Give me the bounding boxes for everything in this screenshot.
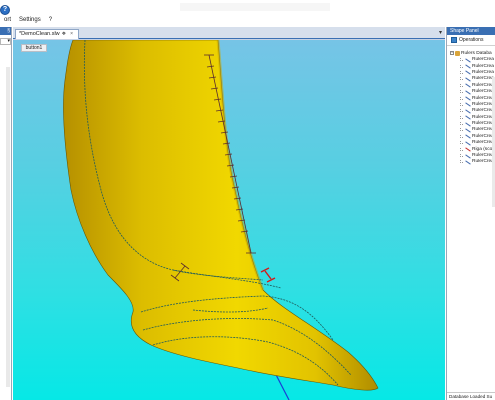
- ruler-icon: [465, 134, 470, 138]
- tree-line: [460, 77, 463, 81]
- tree-line: [460, 70, 463, 74]
- tree-line: [460, 147, 463, 151]
- left-panel-header[interactable]: §: [0, 27, 11, 35]
- tree-item-label: RulerCrea: [472, 127, 494, 133]
- tree-line: [460, 90, 463, 94]
- menu-item-help[interactable]: ?: [45, 17, 56, 23]
- app-logo-icon[interactable]: ?: [0, 5, 10, 15]
- ruler-icon: [465, 90, 470, 94]
- shoe-last-model: [63, 40, 379, 400]
- tree-item-label: RulerCrea: [472, 133, 494, 139]
- ruler-icon: [465, 128, 470, 132]
- rulers-tree: − Rulers Databa RulerCrea RulerCrea RulerC…: [447, 46, 495, 165]
- tree-line: [460, 83, 463, 87]
- button1[interactable]: button1: [21, 44, 47, 52]
- tree-root-label: Rulers Databa: [461, 50, 492, 56]
- menu-bar: ? ort Settings ?: [0, 5, 330, 26]
- ruler-icon: [465, 147, 470, 151]
- tree-item-label: RulerCrea: [472, 95, 494, 101]
- tree-item[interactable]: RulerCrea: [447, 159, 495, 165]
- shape-panel: Shape Panel Operations − Rulers Databa R…: [446, 27, 495, 400]
- tree-line: [460, 64, 463, 68]
- tree-line: [460, 154, 463, 158]
- database-icon: [455, 50, 460, 56]
- tab-demo-clean[interactable]: *DemoClean.slw ❖ ×: [15, 29, 79, 39]
- 3d-viewport[interactable]: button1: [13, 40, 445, 400]
- ruler-icon: [465, 83, 470, 87]
- tree-line: [460, 96, 463, 100]
- tree-line: [460, 160, 463, 164]
- tree-line: [460, 58, 463, 62]
- ruler-icon: [465, 154, 470, 158]
- tree-line: [460, 115, 463, 119]
- ruler-icon: [465, 77, 470, 81]
- close-icon[interactable]: ×: [70, 30, 73, 39]
- tree-line: [460, 141, 463, 145]
- database-status: Database Loaded Su: [447, 392, 495, 400]
- ruler-icon: [465, 102, 470, 106]
- tree-root[interactable]: − Rulers Databa: [447, 50, 495, 57]
- collapse-icon[interactable]: −: [450, 51, 454, 56]
- tree-item-label: RulerCrea: [472, 89, 494, 95]
- tree-item-label: RulerCrea: [472, 76, 494, 82]
- tree-line: [460, 109, 463, 113]
- tree-item-label: RulerCrea: [472, 108, 494, 114]
- tree-item-label: RulerCrea: [472, 140, 494, 146]
- ruler-icon: [465, 115, 470, 119]
- tree-line: [460, 122, 463, 126]
- tree-item-label: RulerCrea: [472, 82, 494, 88]
- tree-item-label: RulerCrea: [472, 63, 494, 69]
- menu-item-settings[interactable]: Settings: [15, 17, 45, 23]
- tree-line: [460, 134, 463, 138]
- tree-item-label: RulerCrea: [472, 121, 494, 127]
- ruler-icon: [465, 160, 470, 164]
- ruler-icon: [465, 122, 470, 126]
- tree-item-label: RulerCrea: [472, 153, 494, 159]
- tab-label: *DemoClean.slw: [19, 31, 60, 37]
- ruler-icon: [465, 141, 470, 145]
- operations-icon: [451, 37, 457, 43]
- pin-icon[interactable]: ❖: [62, 30, 66, 39]
- shape-panel-title: Shape Panel: [447, 27, 495, 35]
- ruler-icon: [465, 64, 470, 68]
- ruler-icon: [465, 58, 470, 62]
- document-tab-bar: *DemoClean.slw ❖ × ▾: [13, 27, 445, 39]
- ruler-icon: [465, 96, 470, 100]
- operations-bar[interactable]: Operations: [447, 35, 495, 46]
- chevron-down-icon[interactable]: ▾: [439, 29, 442, 36]
- tree-items: RulerCrea RulerCrea RulerCrea RulerCrea Rule…: [447, 57, 495, 166]
- title-bar: [0, 0, 495, 14]
- tree-item-label: RulerCrea: [472, 114, 494, 120]
- menu-item-export[interactable]: ort: [0, 17, 15, 23]
- operations-label: Operations: [459, 37, 484, 43]
- title-bar-blank: [180, 3, 330, 11]
- tree-item-label: RulerCrea: [472, 57, 494, 63]
- ruler-icon: [465, 109, 470, 113]
- document-area: *DemoClean.slw ❖ × ▾ button1: [13, 27, 445, 400]
- tree-item-label: RulerCrea: [472, 159, 494, 165]
- left-panel-scrollbar[interactable]: [6, 67, 10, 387]
- ruler-icon: [465, 70, 470, 74]
- tree-line: [460, 102, 463, 106]
- tree-item-label: RulerCrea: [472, 69, 494, 75]
- left-panel: § ▾: [0, 27, 12, 400]
- left-panel-combo[interactable]: ▾: [0, 38, 11, 45]
- tree-line: [460, 128, 463, 132]
- tree-item-label: RulerCrea: [472, 101, 494, 107]
- highlighted-ruler: [260, 267, 276, 283]
